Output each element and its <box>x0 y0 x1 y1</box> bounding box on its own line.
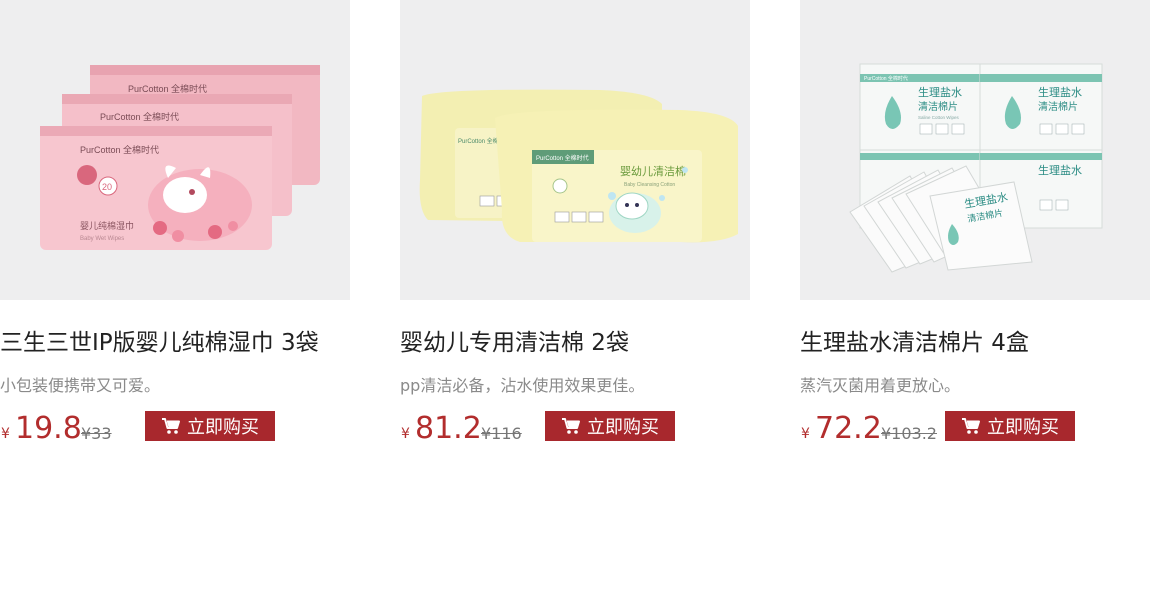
pack-sub-text: Baby Wet Wipes <box>80 236 124 242</box>
product-description: pp清洁必备，沾水使用效果更佳。 <box>400 376 645 395</box>
svg-text:清洁棉片: 清洁棉片 <box>1038 100 1078 113</box>
product-image-saline-wipes[interactable]: PurCotton 全棉时代 生理盐水 清洁棉片 Saline Cotton W… <box>800 0 1150 300</box>
buy-now-label: 立即购买 <box>187 417 259 438</box>
pack-brand-text: PurCotton 全棉时代 <box>864 75 908 82</box>
original-price: ¥33 <box>81 424 112 443</box>
price-row: ¥ 72.2 ¥103.2 立即购买 <box>800 410 1150 450</box>
currency-symbol: ¥ <box>1 426 10 442</box>
buy-now-button[interactable]: 立即购买 <box>145 411 275 441</box>
price-row: ¥ 19.8 ¥33 立即购买 <box>0 410 350 450</box>
cart-icon <box>161 417 181 435</box>
pack-name-text: 婴幼儿清洁棉 <box>620 164 686 178</box>
pack-sub-text: Saline Cotton Wipes <box>918 115 960 120</box>
original-price: ¥116 <box>481 424 522 443</box>
pack-sub-text: Baby Cleansing Cotton <box>624 182 675 188</box>
current-price: 81.2 <box>415 411 482 446</box>
current-price: 19.8 <box>15 411 82 446</box>
pack-name-text: 生理盐水 <box>918 85 962 99</box>
svg-text:PurCotton 全棉时代: PurCotton 全棉时代 <box>80 144 159 155</box>
currency-symbol: ¥ <box>401 426 410 442</box>
product-description: 蒸汽灭菌用着更放心。 <box>800 376 961 395</box>
pack-name2-text: 清洁棉片 <box>918 100 958 113</box>
current-price: 72.2 <box>815 411 882 446</box>
product-card: PurCotton 全棉时代 生理盐水 清洁棉片 Saline Cotton W… <box>800 0 1150 446</box>
cart-icon <box>961 417 981 435</box>
buy-now-label: 立即购买 <box>987 417 1059 438</box>
pack-name-text: 婴儿纯棉湿巾 <box>80 220 134 232</box>
currency-symbol: ¥ <box>801 426 810 442</box>
price-row: ¥ 81.2 ¥116 立即购买 <box>400 410 750 450</box>
pack-brand-text: PurCotton 全棉时代 <box>128 83 207 94</box>
svg-text:PurCotton 全棉时代: PurCotton 全棉时代 <box>100 111 179 122</box>
product-title[interactable]: 婴幼儿专用清洁棉 2袋 <box>400 326 760 360</box>
product-card: PurCotton 全棉时代 PurCotton 全棉时代 婴幼儿清洁棉 Bab… <box>400 0 750 446</box>
product-image-wet-wipes[interactable]: PurCotton 全棉时代 PurCotton 全棉时代 PurCotton … <box>0 0 350 300</box>
product-description: 小包装便携带又可爱。 <box>0 376 161 395</box>
product-card: PurCotton 全棉时代 PurCotton 全棉时代 PurCotton … <box>0 0 350 446</box>
product-title[interactable]: 三生三世IP版婴儿纯棉湿巾 3袋 <box>0 326 360 360</box>
buy-now-button[interactable]: 立即购买 <box>545 411 675 441</box>
cart-icon <box>561 417 581 435</box>
product-title[interactable]: 生理盐水清洁棉片 4盒 <box>800 326 1150 360</box>
product-grid: PurCotton 全棉时代 PurCotton 全棉时代 PurCotton … <box>0 0 1150 598</box>
pack-count: 20 <box>102 182 112 192</box>
svg-text:生理盐水: 生理盐水 <box>1038 163 1082 177</box>
product-image-cleansing-cotton[interactable]: PurCotton 全棉时代 PurCotton 全棉时代 婴幼儿清洁棉 Bab… <box>400 0 750 300</box>
buy-now-button[interactable]: 立即购买 <box>945 411 1075 441</box>
pack-brand-text: PurCotton 全棉时代 <box>536 154 589 162</box>
original-price: ¥103.2 <box>881 424 937 443</box>
svg-text:生理盐水: 生理盐水 <box>1038 85 1082 99</box>
buy-now-label: 立即购买 <box>587 417 659 438</box>
